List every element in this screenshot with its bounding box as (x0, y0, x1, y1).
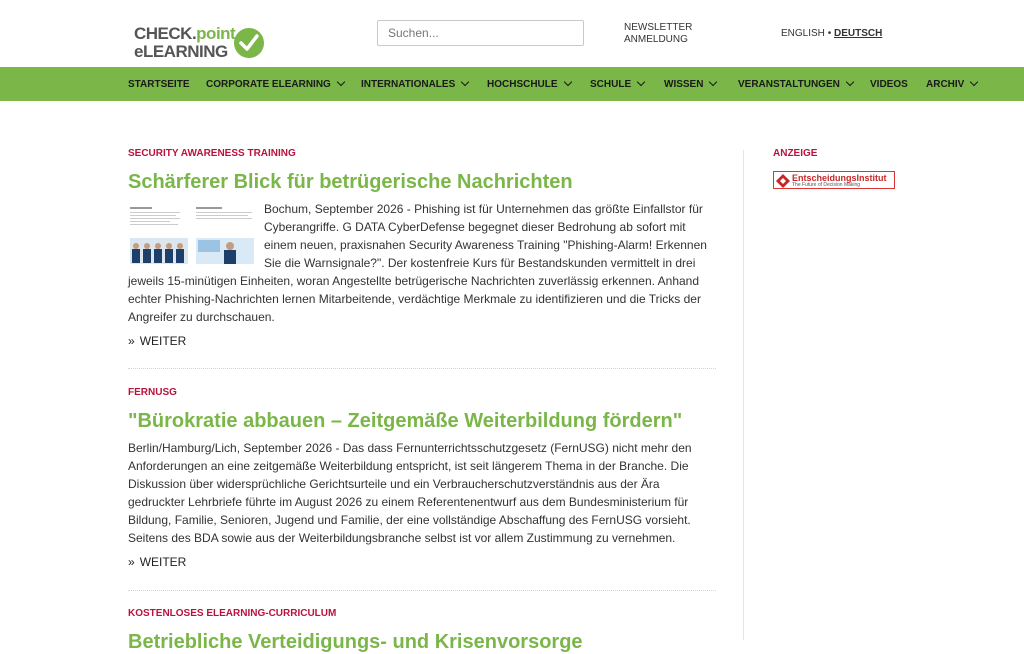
article-teaser: SECURITY AWARENESS TRAINING Schärferer B… (128, 148, 716, 348)
chevron-down-icon (845, 77, 855, 87)
nav-item-startseite[interactable]: STARTSEITE (128, 79, 189, 90)
article-category[interactable]: KOSTENLOSES ELEARNING-CURRICULUM (128, 608, 716, 619)
ad-label: ANZEIGE (773, 148, 818, 159)
chevron-down-icon (709, 77, 718, 87)
article-body: Bochum, September 2026 - Phishing ist fü… (128, 200, 716, 326)
logo-line1: CHECK.point (134, 24, 236, 43)
nav-item-veranstaltungen[interactable]: VERANSTALTUNGEN (738, 77, 855, 90)
checkmark-icon (234, 28, 264, 58)
ad-subtitle: The Future of Decision Making (792, 182, 861, 188)
nav-item-internationales[interactable]: INTERNATIONALES (361, 77, 470, 90)
sidebar-divider (743, 150, 744, 640)
nav-item-videos[interactable]: VIDEOS (870, 79, 908, 90)
article-text: Berlin/Hamburg/Lich, September 2026 - Da… (128, 441, 692, 545)
read-more-link[interactable]: » WEITER (128, 334, 716, 348)
chevron-down-icon (563, 77, 572, 87)
nav-item-archiv[interactable]: ARCHIV (926, 77, 979, 90)
double-chevron-right-icon: » (128, 555, 135, 569)
main-navigation: STARTSEITE CORPORATE ELEARNING INTERNATI… (0, 67, 1024, 101)
article-thumbnail[interactable] (128, 204, 256, 266)
article-divider (128, 590, 716, 591)
nav-item-wissen[interactable]: WISSEN (664, 77, 718, 90)
chevron-down-icon (636, 77, 646, 87)
article-title[interactable]: Schärferer Blick für betrügerische Nachr… (128, 171, 716, 194)
sidebar: ANZEIGE EntscheidungsInstitut The Future… (773, 148, 895, 189)
chevron-down-icon (336, 77, 346, 87)
article-title[interactable]: Betriebliche Verteidigungs- und Krisenvo… (128, 631, 716, 654)
article-teaser: KOSTENLOSES ELEARNING-CURRICULUM Betrieb… (128, 608, 716, 654)
search-input[interactable] (377, 20, 584, 46)
logo-line2: eLEARNING (134, 42, 228, 61)
language-switcher: ENGLISH • DEUTSCH (781, 28, 882, 39)
chevron-down-icon (970, 77, 979, 87)
article-teaser: FERNUSG "Bürokratie abbauen – Zeitgemäße… (128, 387, 716, 569)
article-title[interactable]: "Bürokratie abbauen – Zeitgemäße Weiterb… (128, 410, 716, 433)
newsletter-signup-link[interactable]: NEWSLETTER ANMELDUNG (624, 22, 714, 46)
double-chevron-right-icon: » (128, 334, 135, 348)
lang-deutsch-link[interactable]: DEUTSCH (834, 28, 882, 39)
ad-banner[interactable]: EntscheidungsInstitut The Future of Deci… (773, 171, 895, 189)
nav-item-schule[interactable]: SCHULE (590, 77, 646, 90)
diamond-logo-icon (776, 174, 790, 188)
article-divider (128, 368, 716, 369)
read-more-link[interactable]: » WEITER (128, 555, 716, 569)
site-header: CHECK.point eLEARNING NEWSLETTER ANMELDU… (0, 0, 1024, 67)
nav-item-hochschule[interactable]: HOCHSCHULE (487, 77, 572, 90)
chevron-down-icon (461, 77, 470, 87)
lang-english-link[interactable]: ENGLISH (781, 28, 825, 39)
article-category[interactable]: SECURITY AWARENESS TRAINING (128, 148, 716, 159)
article-category[interactable]: FERNUSG (128, 387, 716, 398)
lang-separator: • (827, 28, 832, 39)
site-logo[interactable]: CHECK.point eLEARNING (134, 22, 266, 64)
nav-item-corporate-elearning[interactable]: CORPORATE ELEARNING (206, 77, 346, 90)
